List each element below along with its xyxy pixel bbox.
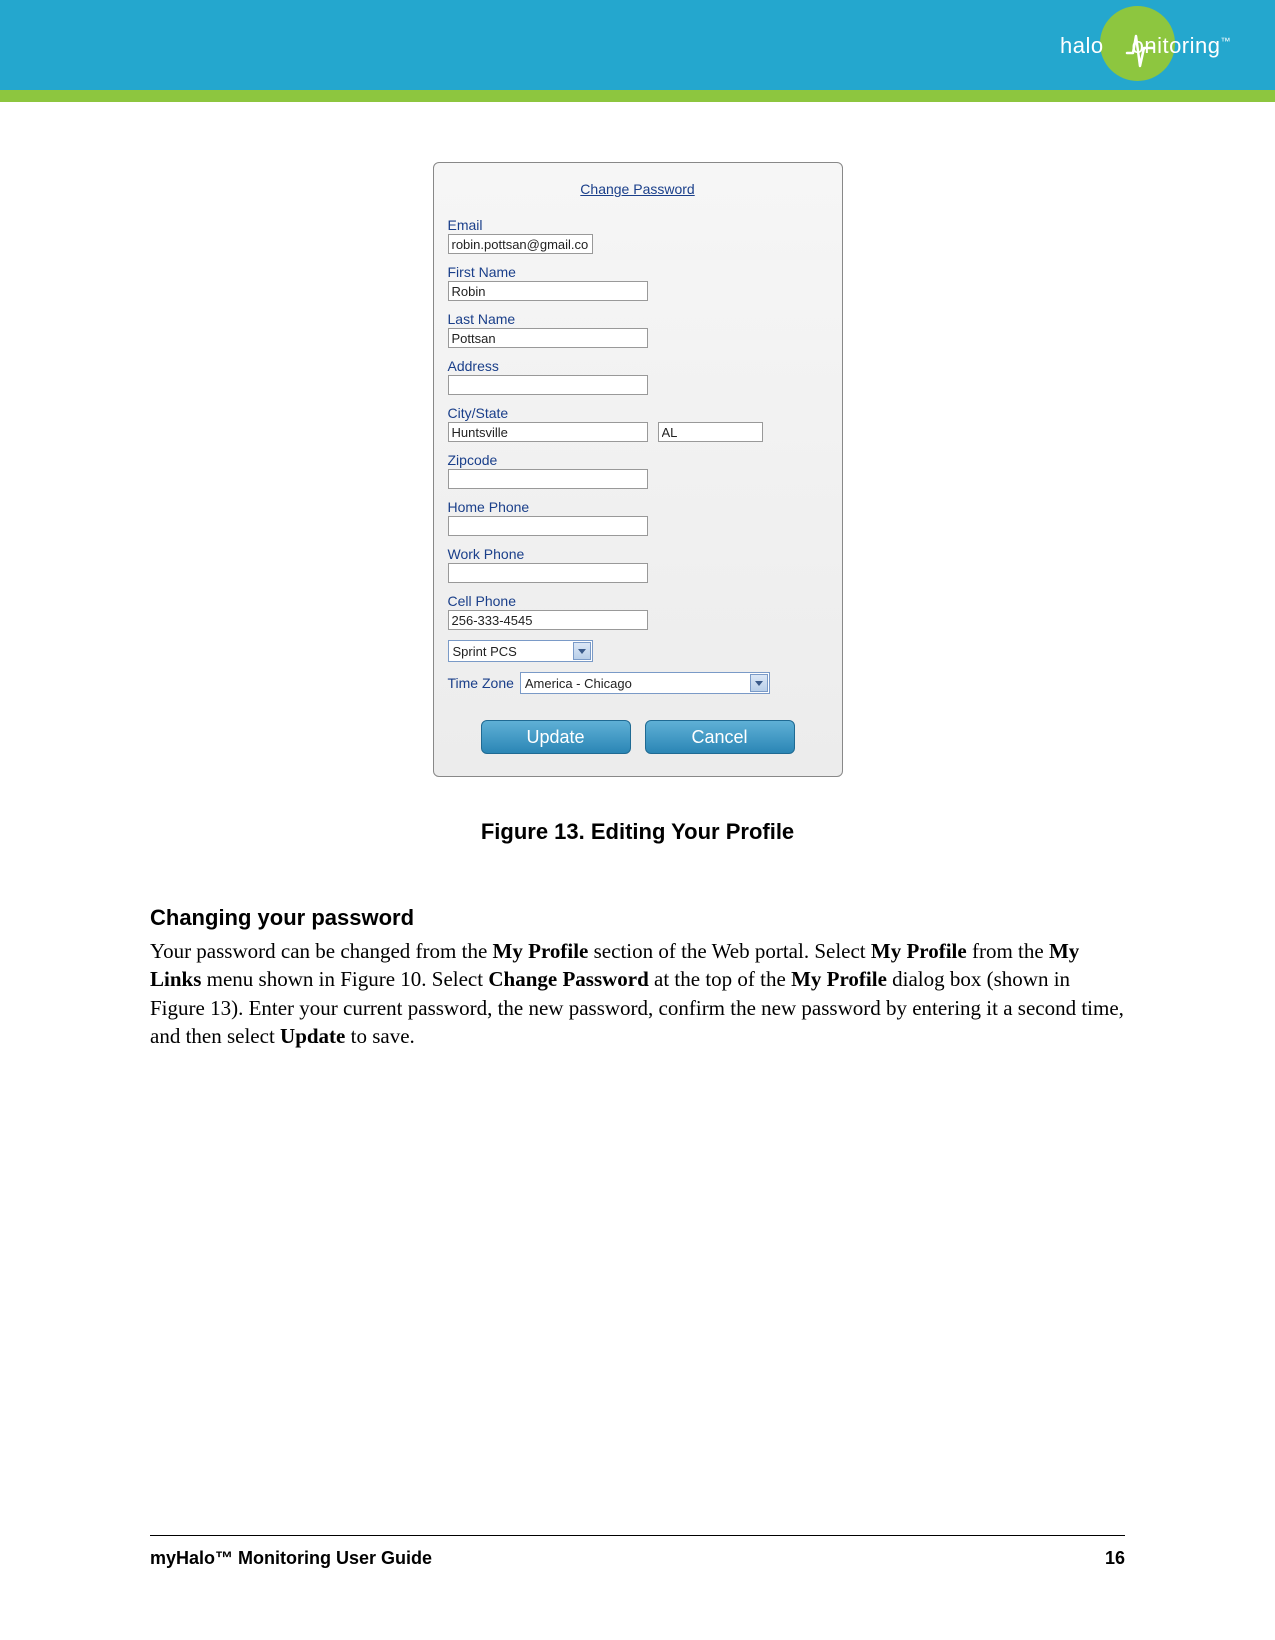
body-text-span: from the — [967, 939, 1049, 963]
body-text-bold: Change Password — [488, 967, 648, 991]
body-text-bold: My Profile — [791, 967, 887, 991]
first-name-field[interactable] — [448, 281, 648, 301]
work-phone-field[interactable] — [448, 563, 648, 583]
body-text-span: at the top of the — [649, 967, 791, 991]
footer-rule — [150, 1535, 1125, 1536]
figure-caption: Figure 13. Editing Your Profile — [150, 819, 1125, 845]
city-field[interactable] — [448, 422, 648, 442]
address-field[interactable] — [448, 375, 648, 395]
header-accent-bar — [0, 90, 1275, 102]
timezone-select[interactable]: America - Chicago — [520, 672, 770, 694]
carrier-select[interactable]: Sprint PCS — [448, 640, 593, 662]
logo-tm: ™ — [1220, 37, 1231, 48]
home-phone-field[interactable] — [448, 516, 648, 536]
profile-dialog: Change Password Email First Name Last Na… — [433, 162, 843, 777]
timezone-select-value: America - Chicago — [525, 676, 632, 691]
email-field[interactable] — [448, 234, 593, 254]
logo-text: halo onitoring™ — [1060, 33, 1231, 59]
zipcode-label: Zipcode — [448, 452, 828, 468]
cell-phone-field[interactable] — [448, 610, 648, 630]
header-banner: halo onitoring™ — [0, 0, 1275, 90]
body-text-span: to save. — [345, 1024, 414, 1048]
cell-phone-label: Cell Phone — [448, 593, 828, 609]
home-phone-label: Home Phone — [448, 499, 828, 515]
body-text-bold: My Profile — [493, 939, 589, 963]
logo-word-onitoring: onitoring — [1132, 33, 1221, 58]
chevron-down-icon — [573, 642, 591, 660]
chevron-down-icon — [750, 674, 768, 692]
last-name-label: Last Name — [448, 311, 828, 327]
address-label: Address — [448, 358, 828, 374]
page-content: Change Password Email First Name Last Na… — [0, 102, 1275, 1050]
change-password-row: Change Password — [448, 181, 828, 199]
figure-13: Change Password Email First Name Last Na… — [150, 162, 1125, 845]
first-name-label: First Name — [448, 264, 828, 280]
timezone-label: Time Zone — [448, 675, 514, 691]
work-phone-label: Work Phone — [448, 546, 828, 562]
body-text-bold: Update — [280, 1024, 345, 1048]
brand-logo: halo onitoring™ — [1045, 8, 1235, 78]
email-label: Email — [448, 217, 828, 233]
body-paragraph: Your password can be changed from the My… — [150, 937, 1125, 1050]
update-button[interactable]: Update — [481, 720, 631, 754]
body-text-span: menu shown in Figure 10. Select — [201, 967, 488, 991]
body-text-bold: My Profile — [871, 939, 967, 963]
body-text-span: Your password can be changed from the — [150, 939, 493, 963]
body-text-span: section of the Web portal. Select — [588, 939, 871, 963]
logo-word-halo: halo — [1060, 33, 1104, 58]
cancel-button[interactable]: Cancel — [645, 720, 795, 754]
section-heading-changing-password: Changing your password — [150, 905, 1125, 931]
city-state-label: City/State — [448, 405, 828, 421]
zipcode-field[interactable] — [448, 469, 648, 489]
page-footer: myHalo™ Monitoring User Guide 16 — [150, 1535, 1125, 1569]
footer-title: myHalo™ Monitoring User Guide — [150, 1548, 432, 1569]
state-field[interactable] — [658, 422, 763, 442]
footer-page-number: 16 — [1105, 1548, 1125, 1569]
last-name-field[interactable] — [448, 328, 648, 348]
change-password-link[interactable]: Change Password — [580, 181, 694, 197]
carrier-select-value: Sprint PCS — [453, 644, 517, 659]
